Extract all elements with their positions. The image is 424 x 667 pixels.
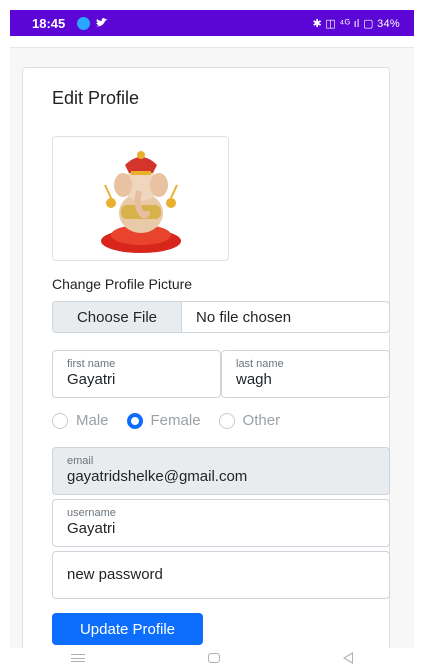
gender-radio-group: Male Female Other — [52, 412, 290, 429]
page-title: Edit Profile — [52, 88, 140, 108]
status-time: 18:45 — [32, 15, 66, 31]
new-password-field[interactable]: new password — [52, 551, 390, 599]
radio-male[interactable] — [52, 412, 68, 429]
update-profile-button[interactable]: Update Profile — [52, 613, 203, 645]
gender-label-female: Female — [150, 412, 201, 429]
last-name-value: wagh — [236, 371, 272, 388]
ganesha-image-icon — [100, 150, 181, 253]
radio-other[interactable] — [218, 412, 235, 429]
last-name-label: last name — [236, 358, 284, 370]
edit-profile-card: Edit Profile Change Profile Picture Choo… — [22, 67, 390, 667]
recent-apps-icon[interactable] — [71, 653, 86, 662]
first-name-value: Gayatri — [67, 371, 116, 388]
username-value: Gayatri — [67, 520, 116, 537]
email-label: email — [67, 455, 94, 467]
back-icon[interactable] — [342, 651, 353, 664]
last-name-field[interactable]: last name wagh — [221, 350, 390, 398]
email-value: gayatridshelke@gmail.com — [67, 468, 248, 485]
system-nav-bar — [10, 648, 414, 667]
first-name-label: first name — [67, 358, 116, 370]
change-picture-label: Change Profile Picture — [52, 276, 193, 292]
header-strip — [10, 36, 414, 48]
home-icon[interactable] — [207, 652, 220, 663]
radio-female[interactable] — [126, 412, 143, 429]
gender-label-other: Other — [242, 412, 281, 429]
password-placeholder: new password — [67, 566, 163, 583]
first-name-field[interactable]: first name Gayatri — [52, 350, 221, 398]
twitter-icon — [96, 18, 109, 27]
choose-file-button[interactable]: Choose File — [53, 302, 182, 332]
status-bar: 18:45 ✱ ◫ ⁴ᴳ ıl ▢ 34% — [10, 10, 414, 36]
gender-label-male: Male — [76, 412, 109, 429]
status-icons: ✱ ◫ ⁴ᴳ ıl ▢ 34% — [312, 17, 400, 30]
username-field[interactable]: username Gayatri — [52, 499, 390, 547]
gender-option-male[interactable]: Male — [52, 412, 109, 429]
file-input[interactable]: Choose File No file chosen — [52, 301, 390, 333]
gender-option-female[interactable]: Female — [126, 412, 201, 429]
notification-dot-icon — [77, 16, 91, 30]
file-status-text: No file chosen — [196, 308, 292, 326]
gender-option-other[interactable]: Other — [218, 412, 281, 429]
profile-picture — [52, 136, 229, 261]
username-label: username — [67, 507, 116, 519]
email-field: email gayatridshelke@gmail.com — [52, 447, 390, 495]
